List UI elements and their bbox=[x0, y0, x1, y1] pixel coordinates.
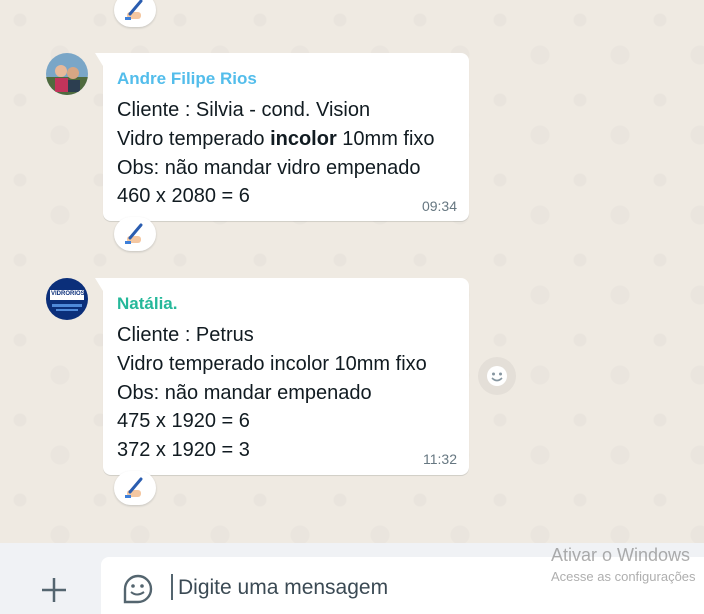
windows-activation-title: Ativar o Windows bbox=[551, 545, 691, 565]
message-time: 11:32 bbox=[423, 451, 457, 467]
message-bubble[interactable]: Andre Filipe Rios Cliente : Silvia - con… bbox=[95, 53, 469, 221]
writing-hand-icon bbox=[125, 0, 143, 20]
message-bubble[interactable]: Natália. Cliente : Petrus Vidro temperad… bbox=[95, 278, 469, 475]
message-line: 475 x 1920 = 6 bbox=[117, 410, 250, 432]
text-caret bbox=[171, 574, 173, 600]
message-time: 09:34 bbox=[421, 198, 457, 214]
message-line: Obs: não mandar vidro empenado bbox=[117, 157, 421, 179]
message-line: 372 x 1920 = 3 bbox=[117, 439, 250, 461]
message-line: Cliente : Silvia - cond. Vision bbox=[117, 99, 371, 121]
react-emoji-button[interactable] bbox=[478, 357, 516, 395]
sticker-button[interactable] bbox=[121, 572, 155, 606]
message-text: Vidro temperado bbox=[117, 128, 271, 150]
reaction-writing-hand[interactable] bbox=[114, 0, 156, 27]
windows-activation-subtitle: Acesse as configurações bbox=[551, 569, 696, 584]
writing-hand-icon bbox=[125, 477, 143, 498]
avatar-natalia[interactable]: VIDRORIOS bbox=[46, 278, 88, 320]
avatar-logo-text: VIDRORIOS bbox=[51, 291, 85, 297]
bubble-tail bbox=[95, 53, 103, 66]
bold-text: incolor bbox=[270, 128, 337, 150]
avatar-andre[interactable] bbox=[46, 53, 88, 95]
plus-icon bbox=[42, 578, 66, 602]
message-line: Vidro temperado incolor 10mm fixo bbox=[117, 128, 435, 151]
attach-button[interactable] bbox=[36, 572, 72, 608]
message-line: Obs: não mandar empenado bbox=[117, 382, 372, 404]
message-placeholder[interactable]: Digite uma mensagem bbox=[178, 576, 388, 600]
message-line: Vidro temperado incolor 10mm fixo bbox=[117, 353, 427, 375]
message-line: Cliente : Petrus bbox=[117, 324, 254, 346]
message-sender[interactable]: Natália. bbox=[117, 294, 177, 314]
sticker-icon bbox=[123, 574, 153, 604]
reaction-writing-hand[interactable] bbox=[114, 217, 156, 251]
reaction-writing-hand[interactable] bbox=[114, 471, 156, 505]
writing-hand-icon bbox=[125, 223, 143, 244]
bubble-tail bbox=[95, 278, 103, 291]
smiley-icon bbox=[487, 366, 507, 386]
message-text: 10mm fixo bbox=[336, 128, 435, 150]
message-line: 460 x 2080 = 6 bbox=[117, 185, 250, 207]
message-sender[interactable]: Andre Filipe Rios bbox=[117, 69, 257, 89]
